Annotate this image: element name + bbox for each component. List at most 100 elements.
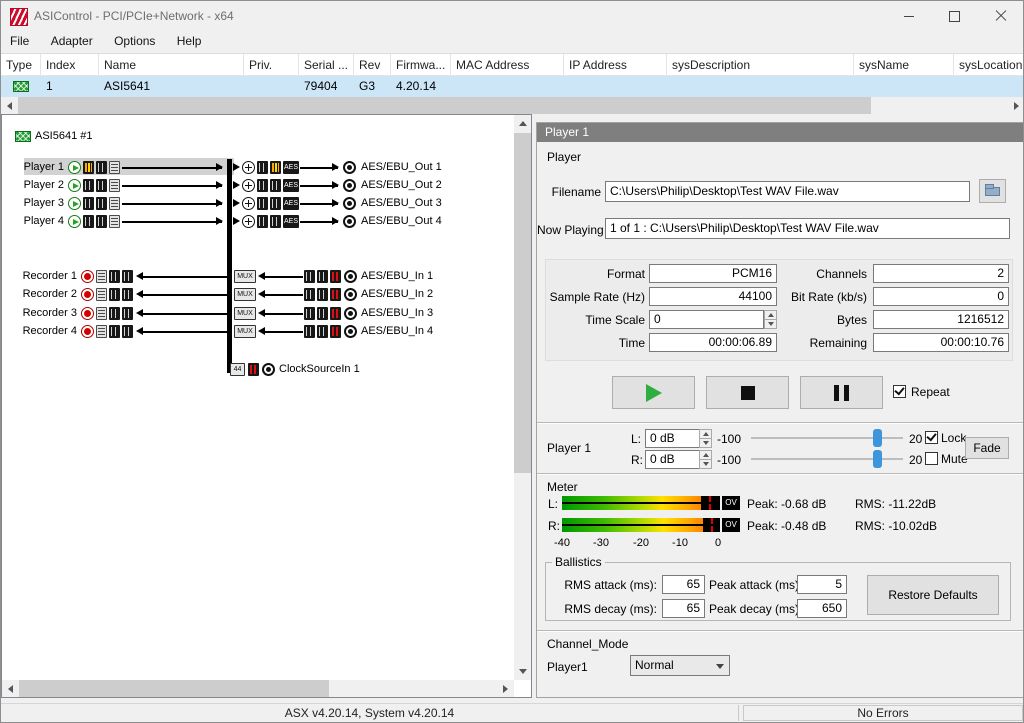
meter-node-icon[interactable]: [122, 325, 133, 338]
col-sysdescription[interactable]: sysDescription: [667, 54, 854, 76]
meter-node-icon[interactable]: [270, 215, 281, 228]
status-node-icon[interactable]: [330, 307, 341, 320]
volume-node-icon[interactable]: [257, 215, 268, 228]
record-node-icon[interactable]: [81, 307, 94, 320]
menu-help[interactable]: Help: [168, 31, 211, 52]
col-rev[interactable]: Rev: [354, 54, 391, 76]
slider-thumb[interactable]: [873, 450, 882, 468]
stop-button[interactable]: [706, 376, 789, 409]
peak-decay-input[interactable]: 650: [797, 599, 847, 618]
volume-l-input[interactable]: 0 dB: [645, 429, 700, 448]
table-row[interactable]: 1 ASI5641 79404 G3 4.20.14: [1, 76, 1024, 97]
scroll-right-button[interactable]: [497, 680, 514, 697]
topology-hscrollbar[interactable]: [2, 680, 514, 697]
lock-checkbox[interactable]: [925, 431, 938, 444]
topology-recorder-row[interactable]: Recorder 2 MUX AES/EBU_In 2: [2, 287, 512, 302]
scroll-up-button[interactable]: [514, 115, 531, 132]
meter-node-icon[interactable]: [317, 288, 328, 301]
col-serial[interactable]: Serial ...: [299, 54, 354, 76]
scroll-right-button[interactable]: [1008, 97, 1024, 114]
info-node-icon[interactable]: [109, 197, 120, 210]
remaining-value[interactable]: 00:00:10.76: [873, 333, 1009, 352]
play-button[interactable]: [612, 376, 695, 409]
menu-options[interactable]: Options: [105, 31, 164, 52]
meter-node-icon[interactable]: [317, 270, 328, 283]
menu-adapter[interactable]: Adapter: [42, 31, 102, 52]
meter-node-icon[interactable]: [122, 270, 133, 283]
meter-node-icon[interactable]: [317, 307, 328, 320]
spin-down-button[interactable]: [700, 459, 711, 469]
col-ip[interactable]: IP Address: [564, 54, 667, 76]
col-priv[interactable]: Priv.: [244, 54, 299, 76]
adapter-title[interactable]: ASI5641 #1: [35, 130, 93, 142]
volume-node-icon[interactable]: [83, 179, 94, 192]
record-node-icon[interactable]: [81, 325, 94, 338]
hscroll-thumb[interactable]: [18, 97, 871, 114]
now-playing-input[interactable]: 1 of 1 : C:\Users\Philip\Desktop\Test WA…: [605, 218, 1010, 239]
info-node-icon[interactable]: [96, 307, 107, 320]
play-node-icon[interactable]: [68, 161, 81, 174]
col-syslocation[interactable]: sysLocation: [954, 54, 1024, 76]
volume-node-icon[interactable]: [83, 215, 94, 228]
volume-node-icon[interactable]: [304, 307, 315, 320]
meter-node-icon[interactable]: [317, 325, 328, 338]
col-firmware[interactable]: Firmwa...: [391, 54, 451, 76]
volume-node-icon[interactable]: [109, 307, 120, 320]
restore-defaults-button[interactable]: Restore Defaults: [867, 575, 999, 615]
volume-l-slider[interactable]: [751, 429, 903, 447]
rms-decay-input[interactable]: 65: [662, 599, 705, 618]
sum-node-icon[interactable]: [242, 179, 255, 192]
info-node-icon[interactable]: [109, 179, 120, 192]
topology-recorder-row[interactable]: Recorder 1 MUX AES/EBU_In 1: [2, 269, 512, 284]
browse-button[interactable]: [979, 179, 1006, 203]
repeat-checkbox[interactable]: [893, 385, 906, 398]
meter-node-icon[interactable]: [270, 179, 281, 192]
play-node-icon[interactable]: [68, 197, 81, 210]
volume-r-spinner[interactable]: [699, 450, 712, 469]
volume-node-icon[interactable]: [109, 325, 120, 338]
volume-r-input[interactable]: 0 dB: [645, 450, 700, 469]
volume-node-icon[interactable]: [257, 197, 268, 210]
meter-node-icon[interactable]: [270, 197, 281, 210]
status-node-icon[interactable]: [330, 270, 341, 283]
input-node-icon[interactable]: [344, 288, 357, 301]
meter-node-icon[interactable]: [96, 215, 107, 228]
info-node-icon[interactable]: [96, 270, 107, 283]
meter-node-icon[interactable]: [96, 161, 107, 174]
mux-node-icon[interactable]: MUX: [234, 325, 256, 338]
aes-node-icon[interactable]: AES: [283, 161, 299, 174]
topology-player-row[interactable]: Player 4 AES AES/EBU_Out 4: [2, 214, 512, 229]
minimize-button[interactable]: [886, 1, 931, 31]
close-button[interactable]: [978, 1, 1023, 31]
sum-node-icon[interactable]: [242, 197, 255, 210]
channel-mode-select[interactable]: Normal: [630, 655, 730, 676]
volume-node-icon[interactable]: [83, 197, 94, 210]
meter-node-icon[interactable]: [270, 161, 281, 174]
vscroll-thumb[interactable]: [514, 133, 531, 473]
clock-node-icon[interactable]: [262, 363, 275, 376]
format-value[interactable]: PCM16: [649, 264, 777, 283]
bit-rate-value[interactable]: 0: [873, 287, 1009, 306]
sum-node-icon[interactable]: [242, 215, 255, 228]
topology-recorder-row[interactable]: Recorder 3 MUX AES/EBU_In 3: [2, 306, 512, 321]
volume-node-icon[interactable]: [109, 288, 120, 301]
volume-node-icon[interactable]: [304, 288, 315, 301]
menu-file[interactable]: File: [1, 31, 38, 52]
info-node-icon[interactable]: [96, 325, 107, 338]
volume-node-icon[interactable]: [83, 161, 94, 174]
info-node-icon[interactable]: [109, 215, 120, 228]
play-node-icon[interactable]: [68, 215, 81, 228]
topology-player-row[interactable]: Player 2 AES AES/EBU_Out 2: [2, 178, 512, 193]
topology-player-row[interactable]: Player 3 AES AES/EBU_Out 3: [2, 196, 512, 211]
output-node-icon[interactable]: [343, 179, 356, 192]
slider-thumb[interactable]: [873, 429, 882, 447]
output-node-icon[interactable]: [343, 161, 356, 174]
info-node-icon[interactable]: [96, 288, 107, 301]
volume-node-icon[interactable]: [257, 179, 268, 192]
volume-l-spinner[interactable]: [699, 429, 712, 448]
aes-node-icon[interactable]: AES: [283, 215, 299, 228]
maximize-button[interactable]: [932, 1, 977, 31]
col-sysname[interactable]: sysName: [854, 54, 954, 76]
meter-node-icon[interactable]: [96, 179, 107, 192]
col-mac[interactable]: MAC Address: [451, 54, 564, 76]
